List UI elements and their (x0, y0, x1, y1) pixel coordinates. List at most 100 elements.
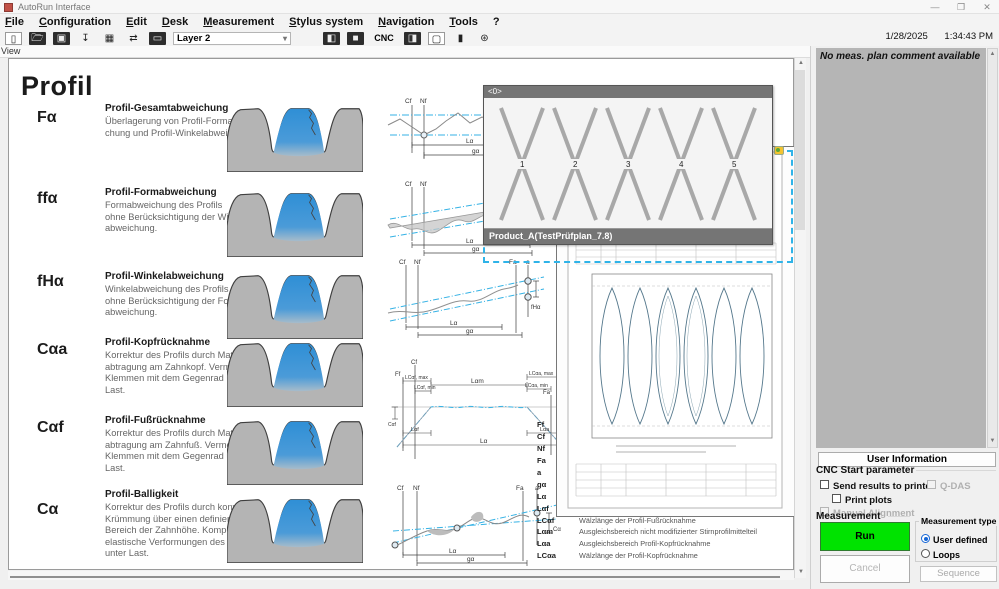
plot-badge-icon (774, 146, 784, 155)
open-folder-icon[interactable]: 🗁 (29, 32, 46, 45)
user-defined-radio[interactable] (921, 534, 930, 543)
app-window: AutoRun Interface — ❐ ✕ File Configurati… (0, 0, 999, 589)
param-symbol: Cαa (37, 341, 97, 359)
gear-teeth-image (227, 409, 363, 485)
tooth-x-mark[interactable]: 3 (604, 104, 652, 224)
svg-text:Ff: Ff (395, 372, 401, 378)
close-button[interactable]: ✕ (979, 1, 995, 13)
svg-text:Nf: Nf (420, 181, 427, 188)
horizontal-scroll-thumb[interactable] (10, 576, 780, 578)
svg-text:gα: gα (466, 328, 474, 335)
tooth-selection-window[interactable]: <0> 1 2 3 4 5 Product_A(TestPrü (483, 85, 773, 245)
thermometer-icon[interactable]: ▮ (452, 32, 469, 45)
svg-text:Lαm: Lαm (471, 378, 484, 385)
svg-text:Nf: Nf (420, 98, 427, 105)
contrast-icon[interactable]: ◨ (404, 32, 421, 45)
scroll-up-icon[interactable]: ▲ (988, 49, 997, 60)
sequence-button: Sequence (920, 566, 997, 582)
menu-item-configuration[interactable]: Configuration (39, 16, 111, 28)
tooth-x-mark[interactable]: 5 (710, 104, 758, 224)
comment-scrollbar[interactable]: ▲ ▼ (987, 48, 998, 448)
window-layout-icon[interactable]: ▢ (428, 32, 445, 45)
svg-text:Cf: Cf (405, 98, 412, 105)
loops-radio[interactable] (921, 549, 930, 558)
legend-row: LCαaWälzlänge der Profil-Kopfrücknahme (537, 550, 789, 562)
settings-gear-icon[interactable]: ⊛ (476, 32, 493, 45)
maximize-button[interactable]: ❐ (953, 1, 969, 13)
run-button[interactable]: Run (820, 522, 910, 551)
app-icon (4, 3, 13, 12)
view-panel-label: View (1, 46, 20, 56)
send-results-checkbox[interactable] (820, 480, 829, 489)
tooth-x-mark[interactable]: 2 (551, 104, 599, 224)
svg-text:Cf: Cf (399, 259, 406, 266)
tooth-x-mark[interactable]: 1 (498, 104, 546, 224)
vertical-scroll-thumb[interactable] (795, 70, 805, 230)
grid-icon[interactable]: ▦ (101, 32, 118, 45)
svg-text:fHα: fHα (531, 305, 541, 311)
svg-text:Lα: Lα (450, 320, 458, 327)
gear-teeth-image (227, 181, 363, 257)
save-icon[interactable]: ▣ (53, 32, 70, 45)
scroll-up-icon[interactable]: ▲ (795, 58, 807, 69)
plan-comment-text: No meas. plan comment available (820, 51, 980, 62)
svg-text:Lα: Lα (480, 438, 488, 445)
svg-text:Cαf: Cαf (388, 422, 397, 428)
view-panel-tab[interactable]: View (0, 46, 810, 58)
plan-comment-box: No meas. plan comment available (816, 48, 986, 448)
layer-select-value: Layer 2 (177, 33, 210, 44)
svg-text:2: 2 (573, 160, 578, 169)
scroll-down-icon[interactable]: ▼ (988, 436, 997, 447)
user-defined-label: User defined (933, 535, 988, 545)
param-symbol: Cαf (37, 419, 97, 437)
display-mode-icon[interactable]: ■ (347, 32, 364, 45)
svg-text:4: 4 (679, 160, 684, 169)
menu-item-desk[interactable]: Desk (162, 16, 188, 28)
gear-teeth-image (227, 487, 363, 563)
legend-row: LαaAusgleichsbereich Profil-Kopfrücknahm… (537, 538, 789, 550)
svg-text:Fa: Fa (516, 485, 524, 492)
toolbar: ▯ 🗁 ▣ ↧ ▦ ⇄ ▭ Layer 2 ▾ ◧ ■ CNC ◨ ▢ ▮ ⊛ (0, 30, 999, 46)
measurement-group-title: Measurement (816, 511, 880, 522)
page-title: Profil (21, 71, 93, 102)
menu-bar: File Configuration Edit Desk Measurement… (0, 14, 999, 30)
type-loops-row: Loops (921, 545, 960, 563)
svg-text:Lα: Lα (466, 138, 474, 145)
status-time: 1:34:43 PM (944, 31, 993, 42)
chevron-down-icon: ▾ (283, 34, 287, 43)
monitor-icon[interactable]: ▭ (149, 32, 166, 45)
swap-icon[interactable]: ⇄ (125, 32, 142, 45)
menu-item-stylus-system[interactable]: Stylus system (289, 16, 363, 28)
svg-text:LCαf, max: LCαf, max (405, 375, 428, 381)
tooth-window-title: <0> (484, 86, 772, 98)
cnc-button[interactable]: CNC (371, 32, 397, 45)
menu-item-help[interactable]: ? (493, 16, 500, 28)
gear-teeth-image (227, 331, 363, 407)
menu-item-edit[interactable]: Edit (126, 16, 147, 28)
menu-item-measurement[interactable]: Measurement (203, 16, 274, 28)
print-plots-checkbox[interactable] (832, 494, 841, 503)
menu-item-file[interactable]: File (5, 16, 24, 28)
scroll-down-icon[interactable]: ▼ (795, 567, 807, 578)
svg-text:gα: gα (472, 148, 480, 155)
stylus-probe-icon[interactable]: ↧ (77, 32, 94, 45)
tooth-x-mark[interactable]: 4 (657, 104, 705, 224)
new-document-icon[interactable]: ▯ (5, 32, 22, 45)
menu-item-tools[interactable]: Tools (449, 16, 478, 28)
svg-text:1: 1 (520, 160, 525, 169)
gear-teeth-image (227, 96, 363, 172)
qdas-checkbox (927, 480, 936, 489)
window-title: AutoRun Interface (18, 2, 91, 12)
layer-select[interactable]: Layer 2 ▾ (173, 32, 291, 45)
title-bar: AutoRun Interface — ❐ ✕ (0, 0, 999, 14)
legend-row: LαmAusgleichsbereich nicht modifizierter… (537, 526, 789, 538)
menu-item-navigation[interactable]: Navigation (378, 16, 434, 28)
minimize-button[interactable]: — (927, 1, 943, 13)
svg-text:Nf: Nf (414, 259, 421, 266)
qdas-label: Q-DAS (940, 481, 971, 492)
gear-teeth-image (227, 263, 363, 339)
param-symbol: ffα (37, 190, 97, 208)
joystick-panel-icon[interactable]: ◧ (323, 32, 340, 45)
param-symbol: fHα (37, 273, 97, 291)
cancel-button: Cancel (820, 555, 910, 583)
